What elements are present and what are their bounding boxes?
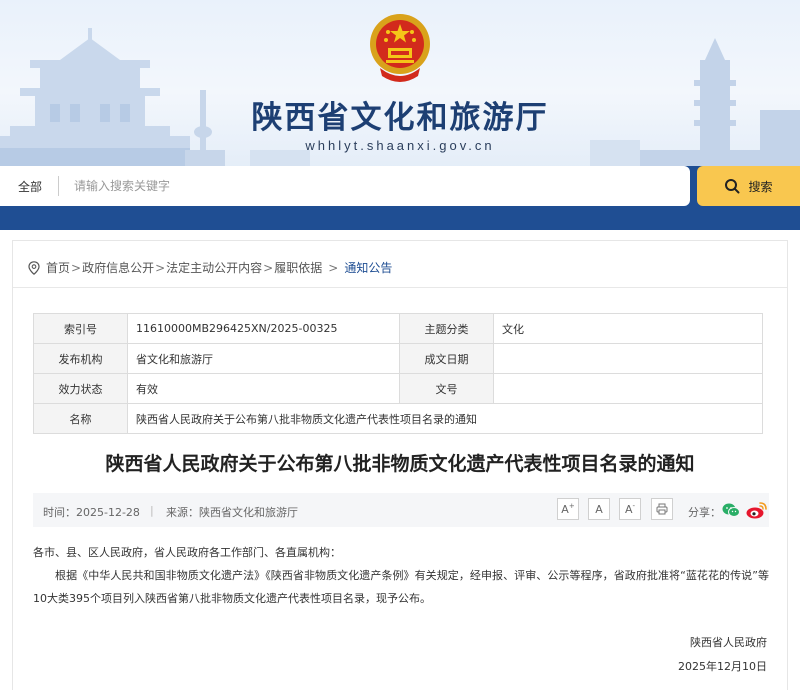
breadcrumb-duty-basis[interactable]: 履职依据 (274, 259, 322, 276)
meta-value: 文化 (493, 313, 763, 344)
breadcrumb-gov-info[interactable]: 政府信息公开 (82, 259, 154, 276)
search-divider (58, 176, 59, 196)
site-header: 陕西省文化和旅游厅 whhlyt.shaanxi.gov.cn (0, 0, 800, 168)
table-row: 索引号 11610000MB296425XN/2025-00325 主题分类 文… (33, 313, 763, 344)
signature-block: 陕西省人民政府 2025年12月10日 (678, 631, 767, 679)
location-pin-icon (28, 260, 40, 275)
search-button-label: 搜索 (748, 179, 773, 194)
article-info-bar: 时间：2025-12-28 | 来源：陕西省文化和旅游厅 A + A A- 分享： (33, 493, 769, 527)
minus-icon: - (632, 502, 636, 510)
print-button[interactable] (651, 498, 673, 520)
meta-key: 发布机构 (33, 343, 128, 374)
main-content: 首页 > 政府信息公开 > 法定主动公开内容 > 履职依据 > 通知公告 索引号… (12, 240, 788, 690)
breadcrumb: 首页 > 政府信息公开 > 法定主动公开内容 > 履职依据 > 通知公告 (28, 259, 392, 276)
sign-date: 2025年12月10日 (678, 660, 767, 673)
table-row: 发布机构 省文化和旅游厅 成文日期 (33, 343, 763, 374)
meta-key: 文号 (399, 373, 494, 404)
national-emblem (370, 14, 430, 82)
print-icon (656, 503, 668, 515)
info-separator: | (150, 504, 154, 517)
search-button[interactable]: 搜索 (697, 166, 800, 206)
breadcrumb-separator: > (328, 260, 339, 275)
search-scope-select[interactable]: 全部 (18, 178, 42, 195)
meta-value: 11610000MB296425XN/2025-00325 (127, 313, 400, 344)
search-box: 全部 (0, 166, 690, 206)
font-increase-label: A (561, 502, 569, 516)
search-band: 全部 搜索 (0, 166, 800, 230)
table-row: 名称 陕西省人民政府关于公布第八批非物质文化遗产代表性项目名录的通知 (33, 403, 763, 434)
magnifier-icon (725, 179, 740, 194)
breadcrumb-separator: > (263, 260, 274, 275)
meta-value (493, 373, 763, 404)
meta-key: 名称 (33, 403, 128, 434)
site-title: 陕西省文化和旅游厅 (251, 100, 549, 136)
search-input[interactable] (62, 171, 672, 201)
font-decrease-button[interactable]: A- (619, 498, 641, 520)
breadcrumb-statutory[interactable]: 法定主动公开内容 (166, 259, 262, 276)
font-increase-button[interactable]: A + (557, 498, 579, 520)
table-row: 效力状态 有效 文号 (33, 373, 763, 404)
meta-key: 主题分类 (399, 313, 494, 344)
font-decrease-label: A (624, 502, 633, 516)
meta-value: 有效 (127, 373, 400, 404)
meta-value (493, 343, 763, 374)
breadcrumb-home[interactable]: 首页 (46, 259, 70, 276)
weibo-icon[interactable] (745, 500, 769, 520)
breadcrumb-separator: > (155, 260, 166, 275)
font-reset-label: A (595, 502, 603, 516)
share-label: 分享： (688, 506, 721, 519)
font-reset-button[interactable]: A (588, 498, 610, 520)
article-body: 各市、县、区人民政府，省人民政府各工作部门、各直属机构： 根据《中华人民共和国非… (33, 541, 769, 610)
breadcrumb-separator: > (71, 260, 82, 275)
wechat-icon[interactable] (721, 500, 741, 520)
salutation: 各市、县、区人民政府，省人民政府各工作部门、各直属机构： (33, 546, 341, 559)
article-source: 来源：陕西省文化和旅游厅 (166, 506, 298, 519)
breadcrumb-current[interactable]: 通知公告 (344, 259, 392, 276)
meta-value: 陕西省人民政府关于公布第八批非物质文化遗产代表性项目名录的通知 (127, 403, 763, 434)
meta-key: 效力状态 (33, 373, 128, 404)
meta-key: 成文日期 (399, 343, 494, 374)
publish-time: 时间：2025-12-28 (43, 506, 140, 519)
document-meta-table: 索引号 11610000MB296425XN/2025-00325 主题分类 文… (33, 313, 763, 434)
body-paragraph: 根据《中华人民共和国非物质文化遗产法》《陕西省非物质文化遗产条例》有关规定，经申… (33, 569, 769, 605)
article-title: 陕西省人民政府关于公布第八批非物质文化遗产代表性项目名录的通知 (105, 453, 695, 475)
breadcrumb-divider (13, 287, 787, 288)
meta-value: 省文化和旅游厅 (127, 343, 400, 374)
meta-key: 索引号 (33, 313, 128, 344)
plus-icon: + (568, 502, 575, 510)
signature: 陕西省人民政府 (690, 636, 767, 649)
site-domain: whhlyt.shaanxi.gov.cn (305, 138, 495, 153)
